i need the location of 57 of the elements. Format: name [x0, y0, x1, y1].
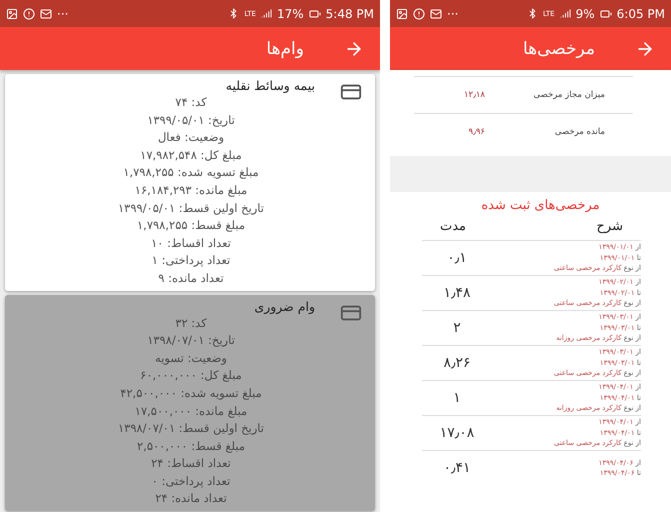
app-bar-title: وام‌ها — [266, 38, 304, 58]
loan-detail: تعداد اقساط: ۱۰ — [150, 234, 232, 252]
loan-detail: وضعیت: تسویه — [154, 350, 228, 367]
loan-detail: مبلغ کل: ۱۷,۹۸۲,۵۴۸ — [139, 146, 243, 164]
loan-detail: مبلغ تسویه شده: ۴۲,۵۰۰,۰۰۰ — [119, 384, 263, 402]
loan-detail: تاریخ اولین قسط: ۱۳۹۹/۰۵/۰۱ — [116, 200, 266, 217]
loan-detail: مبلغ قسط: ۲,۵۰۰,۰۰۰ — [136, 438, 246, 455]
summary-value: ۱۲٫۱۸ — [464, 90, 485, 100]
battery-percent: 9% — [576, 6, 595, 20]
loan-detail: مبلغ مانده: ۱۷,۵۰۰,۰۰۰ — [134, 402, 248, 420]
alert-icon — [413, 8, 425, 20]
loan-detail: مبلغ کل: ۶۰,۰۰۰,۰۰۰ — [139, 367, 243, 384]
loan-title: وام ضروری — [254, 298, 315, 315]
clock: 5:48 PM — [326, 6, 374, 20]
clock: 6:05 PM — [616, 6, 665, 20]
leave-duration: ۱ — [452, 390, 462, 406]
loan-detail: تعداد مانده: ۲۴ — [154, 490, 228, 508]
column-header: شرح — [596, 219, 623, 234]
more-indicator: ··· — [447, 6, 458, 20]
alert-icon — [23, 8, 35, 20]
leave-duration: ۰٫۱ — [446, 250, 468, 266]
loan-detail: تاریخ: ۱۳۹۹/۰۵/۰۱ — [146, 112, 236, 129]
loan-detail: مبلغ مانده: ۱۶,۱۸۴,۲۹۳ — [134, 182, 248, 199]
loan-title: بیمه وسائط نقلیه — [226, 77, 315, 94]
leave-duration: ۲ — [452, 320, 462, 336]
battery-icon — [600, 8, 612, 20]
image-icon — [6, 8, 18, 20]
bluetooth-icon — [526, 8, 538, 19]
summary-label: میزان مجاز مرخصی — [532, 90, 605, 100]
more-indicator: ··· — [57, 6, 68, 20]
battery-percent: 17% — [276, 6, 304, 20]
loan-detail: تاریخ: ۱۳۹۸/۰۷/۰۱ — [146, 332, 236, 350]
loan-card[interactable] — [5, 74, 375, 291]
summary-label: مانده مرخصی — [554, 127, 605, 137]
loan-detail: وضعیت: فعال — [156, 129, 226, 146]
loan-detail: مبلغ تسویه شده: ۱,۷۹۸,۲۵۵ — [122, 164, 260, 182]
leave-duration: ۱٫۴۸ — [442, 285, 472, 301]
leave-duration: ۸٫۲۶ — [442, 355, 472, 371]
column-header: مدت — [440, 219, 466, 234]
loan-detail: کد: ۷۴ — [174, 94, 208, 111]
leave-duration: ۰٫۴۱ — [442, 460, 472, 476]
loan-detail: تعداد پرداختی: ۰ — [150, 472, 232, 490]
summary-value: ۹٫۹۶ — [468, 127, 485, 137]
mail-icon — [40, 8, 52, 20]
loan-detail: مبلغ قسط: ۱,۷۹۸,۲۵۵ — [136, 217, 246, 234]
loan-detail: کد: ۳۲ — [174, 314, 208, 332]
mail-icon — [430, 8, 442, 20]
leave-duration: ۱۷٫۰۸ — [438, 425, 476, 441]
loan-detail: تعداد پرداختی: ۱ — [150, 252, 232, 270]
loan-detail: تعداد مانده: ۹ — [157, 270, 225, 287]
battery-icon — [308, 8, 321, 20]
image-icon — [396, 8, 408, 20]
loan-detail: تاریخ اولین قسط: ۱۳۹۸/۰۷/۰۱ — [116, 420, 266, 438]
loan-detail: تعداد اقساط: ۲۴ — [150, 455, 232, 472]
bluetooth-icon — [228, 8, 240, 19]
section-title: مرخصی‌های ثبت شده — [480, 198, 601, 213]
app-bar-title: مرخصی‌ها — [522, 38, 595, 58]
